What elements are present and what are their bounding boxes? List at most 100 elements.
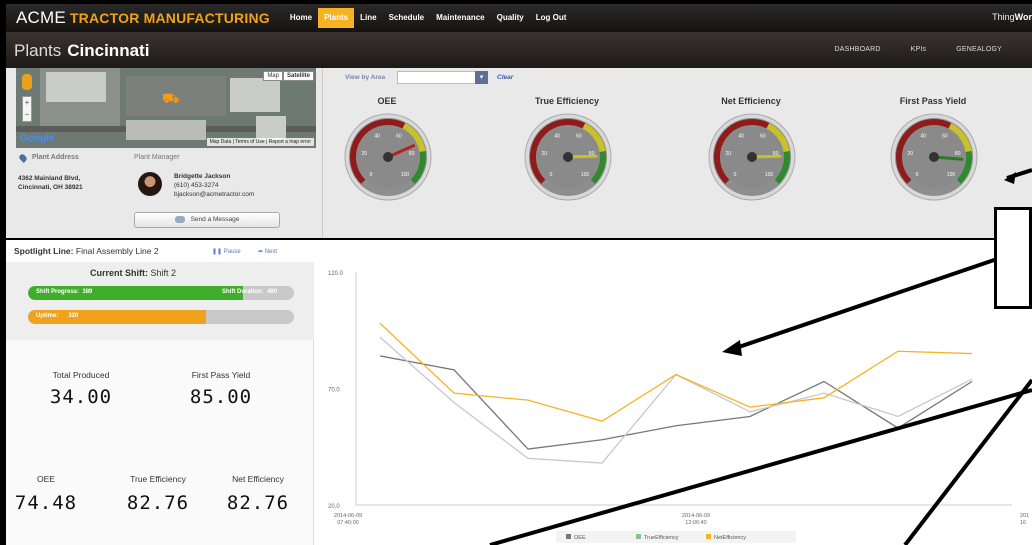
- logo-brand: TRACTOR MANUFACTURING: [69, 10, 270, 26]
- gauge-net-efficiency: 02040 6080100: [708, 113, 796, 201]
- current-shift: Current Shift: Shift 2: [90, 268, 177, 278]
- top-nav-bar: ACME TRACTOR MANUFACTURING Home Plants Line…: [6, 4, 1032, 32]
- map-type-map[interactable]: Map: [263, 71, 283, 81]
- gauge-tick-label: 0: [734, 172, 737, 178]
- series-line-trueefficiency: [379, 336, 973, 464]
- sublink-kpis[interactable]: KPIs: [911, 46, 927, 53]
- oee-label: OEE: [37, 474, 55, 484]
- gauge-tick-label: 100: [947, 172, 956, 178]
- gauge-tick-label: 40: [554, 134, 560, 140]
- first-pass-yield-value: 85.00: [189, 386, 253, 408]
- plant-overview-panel: + − ⛟ Map Satellite Google Map Data | Ter…: [6, 68, 1032, 238]
- gauge-tick-label: 60: [396, 134, 402, 140]
- shift-progress-label: Shift Progress: 389: [36, 289, 93, 295]
- gauge-tick-label: 100: [581, 172, 590, 178]
- gauge-tick-label: 20: [542, 151, 548, 157]
- gauge-tick-label: 100: [401, 172, 410, 178]
- gauge-tick-label: 80: [955, 151, 961, 157]
- nav-quality[interactable]: Quality: [491, 8, 530, 28]
- plant-address: 4362 Mainland Blvd, Cincinnati, OH 38921: [18, 175, 83, 191]
- sub-navigation: DASHBOARD KPIs GENEALOGY: [834, 46, 1032, 53]
- send-message-button[interactable]: Send a Message: [134, 212, 280, 228]
- pause-button[interactable]: ❚❚ Pause: [212, 248, 241, 255]
- legend-label: TrueEfficiency: [644, 535, 679, 541]
- next-button[interactable]: ➦ Next: [258, 248, 277, 255]
- app-logo[interactable]: ACME TRACTOR MANUFACTURING: [6, 8, 270, 28]
- location-pin-icon: [18, 153, 28, 163]
- series-line-netefficiency: [379, 322, 973, 422]
- nav-line[interactable]: Line: [354, 8, 382, 28]
- map-type-satellite[interactable]: Satellite: [282, 71, 314, 81]
- legend-swatch: [566, 534, 571, 539]
- gauge-tick-label: 40: [738, 134, 744, 140]
- nav-maintenance[interactable]: Maintenance: [430, 8, 490, 28]
- message-bubble-icon: [174, 215, 185, 223]
- x-tick-label: 201: [1020, 513, 1029, 519]
- gauge-tick-label: 20: [726, 151, 732, 157]
- manager-contact: Bridgette Jackson (610) 453-3274 bjackso…: [174, 173, 255, 198]
- y-tick-label: 120.0: [328, 271, 344, 277]
- page-header: Plants Cincinnati DASHBOARD KPIs GENEALOGY: [6, 32, 1032, 68]
- sublink-genealogy[interactable]: GENEALOGY: [956, 46, 1002, 53]
- plant-map[interactable]: + − ⛟ Map Satellite Google Map Data | Ter…: [16, 68, 316, 148]
- annotation-callout: [994, 207, 1032, 309]
- gauge-tick-label: 20: [908, 151, 914, 157]
- gauge-tick-label: 0: [550, 172, 553, 178]
- map-zoom-control[interactable]: + −: [22, 96, 32, 122]
- first-pass-yield-label: First Pass Yield: [191, 370, 251, 380]
- gauge-tick-label: 0: [370, 172, 373, 178]
- y-tick-label: 20.0: [328, 504, 340, 510]
- x-tick-label: 12:06:40: [685, 520, 706, 526]
- main-nav: Home Plants Line Schedule Maintenance Quality…: [284, 4, 573, 32]
- legend-swatch: [636, 534, 641, 539]
- plant-manager-label: Plant Manager: [134, 154, 180, 161]
- series-line-oee: [379, 355, 973, 450]
- gauge-title-first-pass-yield: First Pass Yield: [899, 96, 967, 106]
- manager-avatar: [138, 172, 162, 196]
- gauge-tick-label: 40: [920, 134, 926, 140]
- gauge-title-net-efficiency: Net Efficiency: [721, 96, 781, 106]
- gauge-hub: [383, 152, 393, 162]
- gauge-hub: [929, 152, 939, 162]
- tractor-marker-icon[interactable]: ⛟: [162, 90, 180, 109]
- nav-log-out[interactable]: Log Out: [530, 8, 573, 28]
- y-tick-label: 70.0: [328, 388, 340, 394]
- thingworx-logo: ThingWor: [992, 12, 1032, 22]
- nav-home[interactable]: Home: [284, 8, 318, 28]
- gauge-title-true-efficiency: True Efficiency: [534, 96, 600, 106]
- true-efficiency-value: 82.76: [126, 492, 190, 514]
- view-by-area-label: View by Area: [345, 74, 386, 81]
- sublink-dashboard[interactable]: DASHBOARD: [834, 46, 880, 53]
- gauge-hub: [747, 152, 757, 162]
- logo-text: ACME: [16, 8, 66, 27]
- map-footer-links[interactable]: Map Data | Terms of Use | Report a map e…: [206, 138, 314, 146]
- net-efficiency-value: 82.76: [226, 492, 290, 514]
- map-type-toggle: Map Satellite: [263, 71, 314, 81]
- gauge-tick-label: 60: [576, 134, 582, 140]
- page-title: Plants Cincinnati: [14, 41, 150, 60]
- dropdown-arrow-icon[interactable]: ▾: [475, 71, 488, 84]
- net-efficiency-label: Net Efficiency: [232, 474, 284, 484]
- nav-schedule[interactable]: Schedule: [383, 8, 431, 28]
- x-tick-label: 07:40:00: [337, 520, 358, 526]
- shift-duration-label: Shift Duration: 480: [222, 289, 278, 295]
- nav-plants[interactable]: Plants: [318, 8, 355, 28]
- gauge-tick-label: 40: [374, 134, 380, 140]
- gauge-true-efficiency: 02040 6080100: [524, 113, 612, 201]
- street-view-pegman-icon[interactable]: [22, 74, 32, 90]
- total-produced-label: Total Produced: [52, 370, 110, 380]
- view-by-area-select[interactable]: [397, 71, 487, 84]
- spotlight-line-title: Spotlight Line: Final Assembly Line 2: [14, 246, 159, 256]
- gauge-title-oee: OEE: [377, 96, 397, 106]
- gauge-tick-label: 100: [765, 172, 774, 178]
- gauge-first-pass-yield: 0 20 40 60 80 100: [890, 113, 978, 201]
- gauge-oee: 0 20 40 60 80 100: [344, 113, 432, 201]
- x-tick-label: 2014-06-09: [334, 513, 362, 519]
- uptime-bar: Uptime: 320: [28, 310, 294, 324]
- legend-label: NetEfficiency: [714, 535, 746, 541]
- plant-address-label: Plant Address: [32, 154, 79, 161]
- clear-filter-link[interactable]: Clear: [497, 74, 513, 81]
- gauge-tick-label: 60: [942, 134, 948, 140]
- shift-progress-bar: Shift Progress: 389 Shift Duration: 480: [28, 286, 294, 300]
- x-tick-label: 16: [1020, 520, 1026, 526]
